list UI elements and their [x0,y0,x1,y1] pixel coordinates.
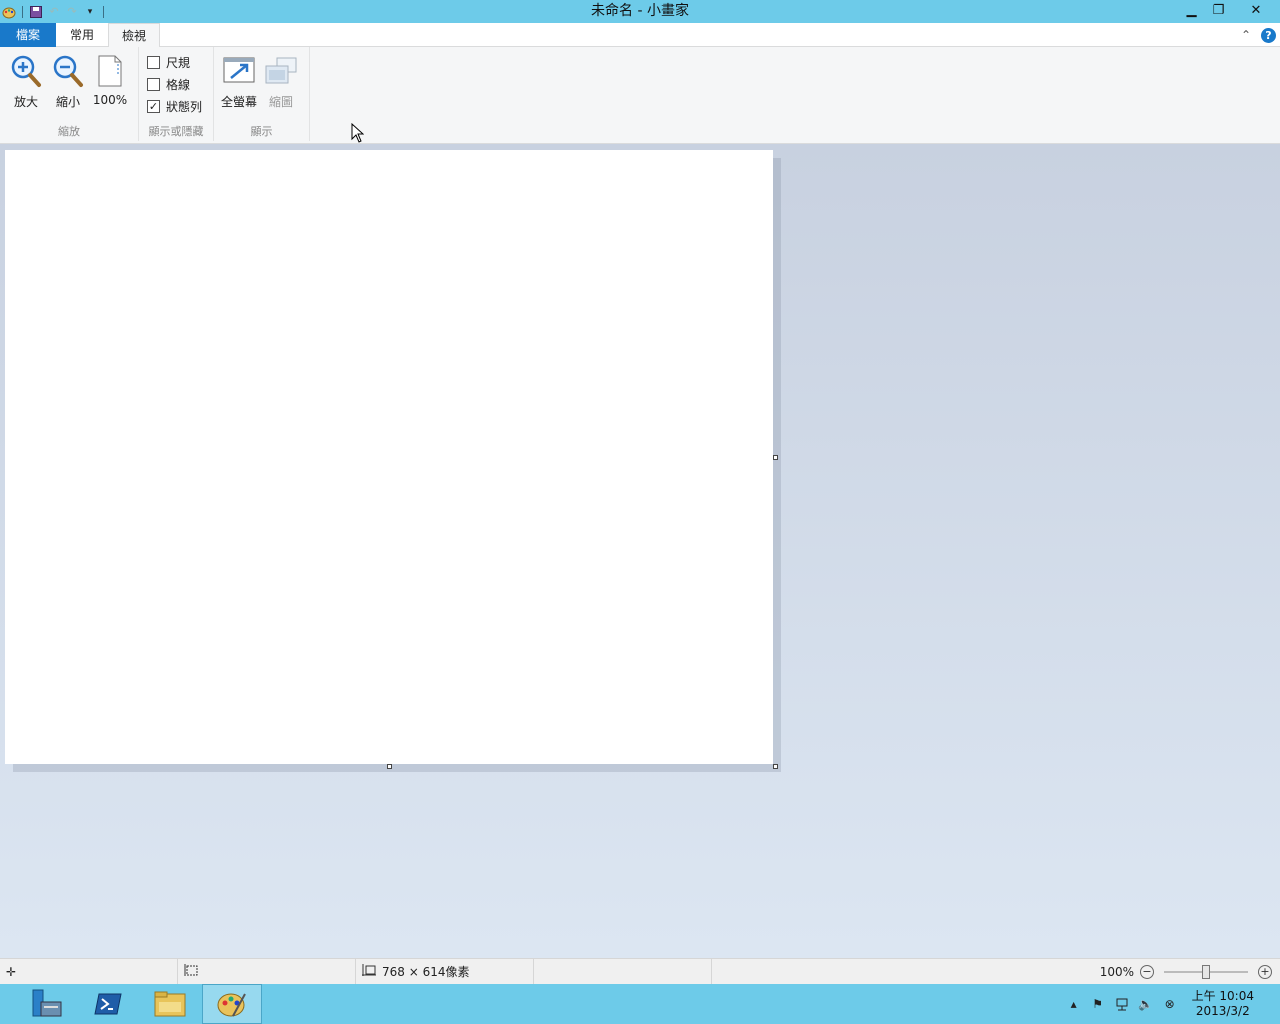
ribbon-tabs: 檔案 常用 檢視 ⌃ ? [0,23,1280,48]
zoom-percent: 100% [1099,964,1134,979]
drawing-canvas[interactable] [5,150,773,764]
zoom-in-button[interactable]: 放大 [6,51,46,110]
zoom-out-icon [48,51,88,91]
paint-app-icon[interactable] [0,3,18,21]
zoom-out-button[interactable]: 縮小 [48,51,88,110]
selection-size-cell [178,959,356,984]
ime-icon[interactable]: ⊗ [1162,996,1178,1012]
page-icon [90,51,130,91]
qat-separator [103,5,104,18]
statusbar-label: 狀態列 [166,99,203,114]
taskbar: ▴ ⚑ 🔈 ⊗ 上午 10:04 2013/3/2 [0,984,1280,1024]
display-group-label: 顯示 [250,125,273,138]
zoom-group: 放大 縮小 100% 縮放 [0,47,139,141]
fullscreen-button[interactable]: 全螢幕 [219,51,259,110]
minimize-button[interactable]: ▁ [1178,0,1205,20]
server-manager-icon[interactable] [16,984,76,1024]
zoom-slider-thumb[interactable] [1202,964,1210,979]
quick-access-toolbar: ↶ ↷ ▾ [0,0,108,23]
help-icon[interactable]: ? [1261,27,1276,43]
zoom-in-label: 放大 [13,95,38,109]
image-size-cell: 768 × 614像素 [356,959,534,984]
zoom-out-small-button[interactable]: − [1140,964,1154,979]
ruler-checkbox[interactable]: 尺規 [147,53,190,71]
ruler-label: 尺規 [166,55,191,70]
show-hide-group: 尺規 格線 ✓ 狀態列 顯示或隱藏 [139,47,214,141]
gridlines-checkbox-box[interactable] [147,77,160,91]
title-bar: ↶ ↷ ▾ 未命名 - 小畫家 ▁ ❐ ✕ [0,0,1280,23]
zoom-control: 100% − + [1090,959,1272,984]
powershell-icon[interactable] [78,984,138,1024]
show-hide-group-label: 顯示或隱藏 [148,125,204,138]
system-tray: ▴ ⚑ 🔈 ⊗ 上午 10:04 2013/3/2 [1066,984,1280,1024]
selection-icon [184,964,198,979]
customize-qat-icon[interactable]: ▾ [81,3,99,21]
qat-separator [22,5,23,18]
paint-taskbar-icon[interactable] [202,984,262,1024]
volume-icon[interactable]: 🔈 [1138,996,1154,1012]
action-center-flag-icon[interactable]: ⚑ [1090,996,1106,1012]
status-bar: ✛ 768 × 614像素 100% − + [0,958,1280,984]
canvas-workspace [0,144,1280,958]
actual-size-label: 100% [92,93,128,107]
thumbnail-label: 縮圖 [268,95,293,109]
thumbnail-button[interactable]: 縮圖 [261,51,301,110]
resize-handle-corner[interactable] [773,764,778,769]
restore-button[interactable]: ❐ [1205,0,1232,20]
display-group: 全螢幕 縮圖 顯示 [214,47,310,141]
mouse-cursor-icon [351,122,365,146]
network-icon[interactable] [1114,996,1130,1012]
statusbar-checkbox[interactable]: ✓ 狀態列 [147,97,202,115]
clock-time: 上午 10:04 [1191,989,1254,1003]
tab-home[interactable]: 常用 [56,23,108,47]
actual-size-button[interactable]: 100% [90,51,130,107]
zoom-slider[interactable] [1164,964,1248,979]
tab-view[interactable]: 檢視 [108,23,160,48]
collapse-ribbon-icon[interactable]: ⌃ [1241,28,1251,42]
thumbnail-icon [261,51,301,91]
resize-handle-right[interactable] [773,455,778,460]
cursor-position-cell: ✛ [0,959,178,984]
file-size-cell [534,959,712,984]
window-title: 未命名 - 小畫家 [591,3,689,19]
redo-icon[interactable]: ↷ [63,3,81,21]
zoom-group-label: 縮放 [58,125,80,138]
crosshair-icon: ✛ [6,964,17,979]
tab-file[interactable]: 檔案 [0,23,56,47]
ruler-checkbox-box[interactable] [147,55,160,69]
zoom-in-icon [6,51,46,91]
image-size-text: 768 × 614像素 [382,965,470,979]
file-explorer-icon[interactable] [140,984,200,1024]
show-hidden-icons-icon[interactable]: ▴ [1066,996,1082,1012]
zoom-in-small-button[interactable]: + [1258,964,1272,979]
gridlines-label: 格線 [166,77,191,92]
zoom-out-label: 縮小 [55,95,80,109]
clock[interactable]: 上午 10:04 2013/3/2 [1192,989,1254,1019]
clock-date: 2013/3/2 [1195,1004,1250,1018]
statusbar-checkbox-box[interactable]: ✓ [147,99,160,113]
image-size-icon [362,964,376,979]
close-button[interactable]: ✕ [1232,0,1280,20]
fullscreen-label: 全螢幕 [220,95,257,109]
gridlines-checkbox[interactable]: 格線 [147,75,190,93]
fullscreen-icon [219,51,259,91]
save-icon[interactable] [27,3,45,21]
undo-icon[interactable]: ↶ [45,3,63,21]
ribbon: 放大 縮小 100% 縮放 尺規 格線 ✓ 狀態列 顯示或隱藏 全螢幕 縮圖 顯… [0,47,1280,144]
resize-handle-bottom[interactable] [387,764,392,769]
